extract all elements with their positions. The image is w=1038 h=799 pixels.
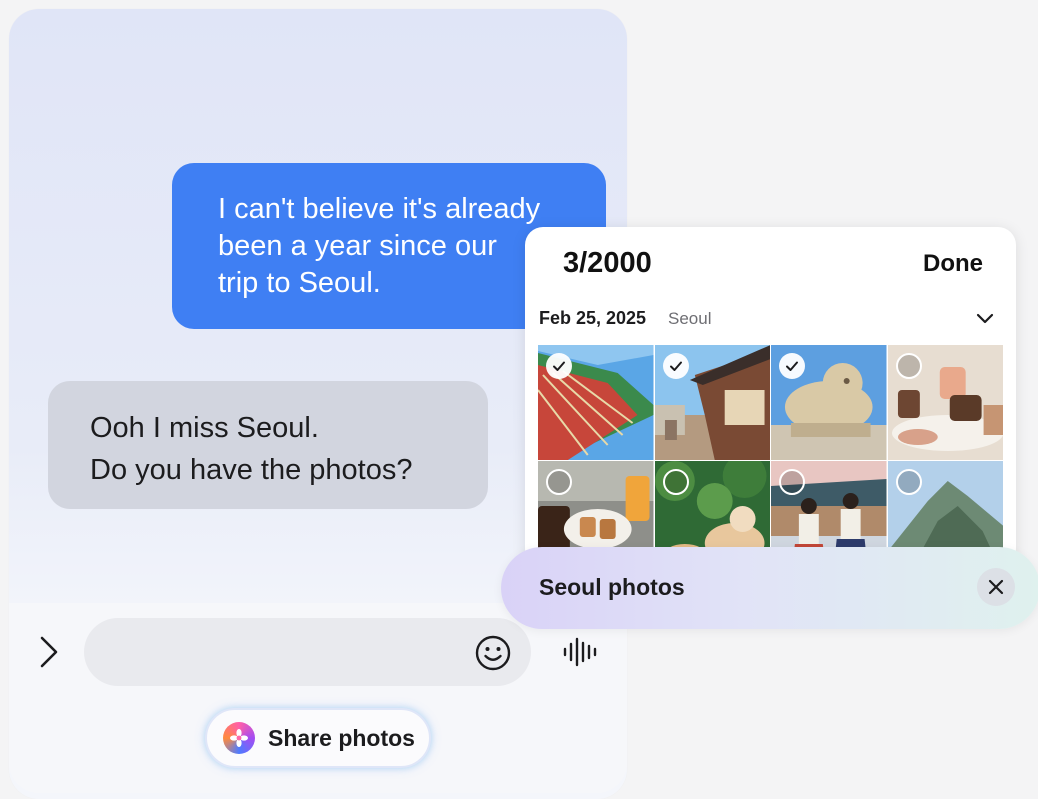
incoming-message-bubble[interactable]: Ooh I miss Seoul. Do you have the photos… <box>48 381 488 509</box>
unselected-circle-icon[interactable] <box>895 353 922 379</box>
close-icon <box>988 579 1004 595</box>
photo-thumbnail[interactable] <box>887 345 1003 460</box>
unselected-circle-icon[interactable] <box>779 469 805 495</box>
search-bar[interactable]: Seoul photos <box>501 547 1038 629</box>
photo-grid <box>538 345 1003 567</box>
album-date: Feb 25, 2025 <box>539 308 647 328</box>
share-photos-label: Share photos <box>268 724 415 751</box>
chevron-right-icon <box>40 636 58 668</box>
selected-check-icon[interactable] <box>779 353 805 379</box>
selected-check-icon[interactable] <box>662 353 689 379</box>
unselected-circle-icon[interactable] <box>546 469 572 495</box>
outgoing-message-line: trip to Seoul. <box>218 267 381 299</box>
message-input[interactable] <box>84 618 531 686</box>
done-button[interactable]: Done <box>923 250 983 278</box>
search-query: Seoul photos <box>539 574 685 600</box>
selection-count: 3/2000 <box>563 247 652 279</box>
album-location: Seoul <box>668 309 712 328</box>
clear-search-button[interactable] <box>977 568 1015 606</box>
voice-input-button[interactable] <box>561 635 599 669</box>
photo-thumbnail[interactable] <box>654 345 770 460</box>
emoji-button[interactable] <box>474 634 512 672</box>
selected-check-icon[interactable] <box>546 353 572 379</box>
gallery-flower-icon <box>223 722 255 754</box>
outgoing-message-line: been a year since our <box>218 230 497 262</box>
photo-thumbnail[interactable] <box>538 345 654 460</box>
photo-thumbnail[interactable] <box>771 345 887 460</box>
chevron-down-icon[interactable] <box>974 307 996 329</box>
expand-button[interactable] <box>34 634 64 670</box>
incoming-message-line: Ooh I miss Seoul. <box>90 412 319 444</box>
unselected-circle-icon[interactable] <box>662 469 689 495</box>
outgoing-message-line: I can't believe it's already <box>218 193 541 225</box>
voice-wave-icon <box>563 637 597 667</box>
unselected-circle-icon[interactable] <box>895 469 922 495</box>
share-photos-chip[interactable]: Share photos <box>205 708 431 768</box>
photo-picker-panel: 3/2000 Done Feb 25, 2025 Seoul <box>525 227 1016 567</box>
incoming-message-line: Do you have the photos? <box>90 454 413 486</box>
smiley-icon <box>475 635 511 671</box>
